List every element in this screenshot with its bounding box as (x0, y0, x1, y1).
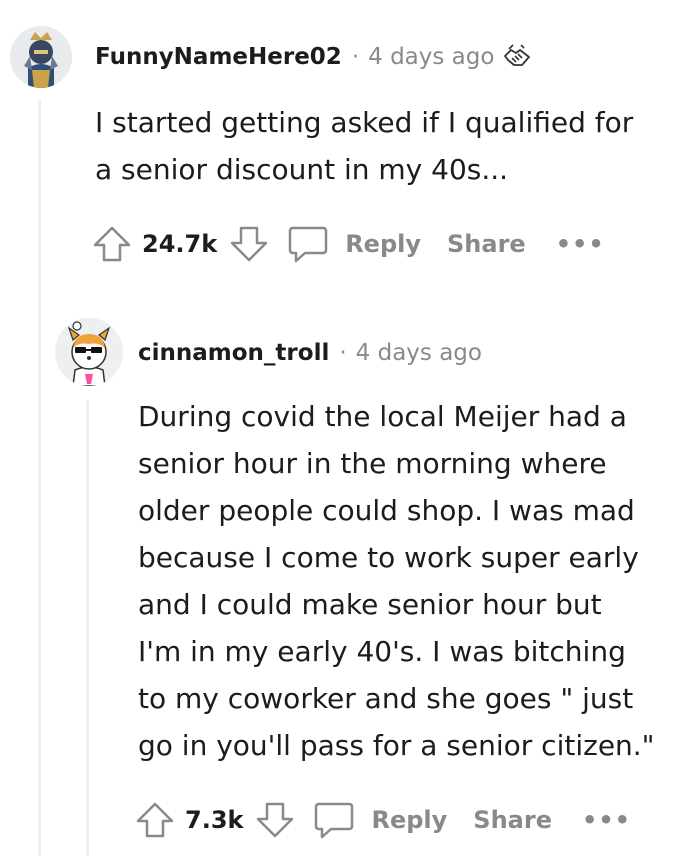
comment-actions: 24.7k Reply Share ••• (92, 224, 605, 264)
downvote-icon[interactable] (229, 225, 269, 263)
comment-text-line: senior hour in the morning where (138, 447, 607, 480)
reply-icon[interactable] (313, 800, 355, 840)
separator-dot: · (339, 340, 347, 366)
downvote-icon[interactable] (255, 801, 295, 839)
avatar[interactable] (10, 26, 72, 88)
thread-line-2[interactable] (86, 400, 89, 856)
comment-text-line: I started getting asked if I qualified f… (95, 106, 634, 139)
comment-text-line: to my coworker and she goes " just (138, 682, 634, 715)
share-button[interactable]: Share (447, 230, 526, 258)
comment-text-line: and I could make senior hour but (138, 588, 602, 621)
comment-body: I started getting asked if I qualified f… (95, 99, 685, 193)
vote-count: 24.7k (142, 230, 218, 258)
comment-text-line: go in you'll pass for a senior citizen." (138, 729, 655, 762)
author-name[interactable]: FunnyNameHere02 (95, 44, 342, 70)
share-button[interactable]: Share (473, 806, 552, 834)
thread-line-1[interactable] (38, 100, 41, 856)
comment-text-line: older people could shop. I was mad (138, 494, 635, 527)
vote-count: 7.3k (185, 806, 244, 834)
more-options-button[interactable]: ••• (556, 230, 605, 258)
upvote-icon[interactable] (135, 801, 175, 839)
author-name[interactable]: cinnamon_troll (138, 340, 329, 366)
handshake-award-icon[interactable] (502, 44, 532, 70)
shiba-sunglasses-avatar-icon (55, 318, 123, 386)
comment-meta: FunnyNameHere02 · 4 days ago (95, 44, 532, 70)
avatar[interactable] (55, 318, 123, 386)
knight-avatar-icon (10, 26, 72, 88)
comment-meta: cinnamon_troll · 4 days ago (138, 340, 482, 366)
upvote-icon[interactable] (92, 225, 132, 263)
more-options-button[interactable]: ••• (582, 806, 631, 834)
comment-text-line: because I come to work super early (138, 541, 639, 574)
comment-text-line: During covid the local Meijer had a (138, 400, 627, 433)
reply-icon[interactable] (287, 224, 329, 264)
reply-button[interactable]: Reply (371, 806, 447, 834)
comment-actions: 7.3k Reply Share ••• (135, 800, 631, 840)
timestamp[interactable]: 4 days ago (368, 44, 494, 70)
timestamp[interactable]: 4 days ago (356, 340, 482, 366)
comment-body: During covid the local Meijer had a seni… (138, 393, 698, 769)
reply-button[interactable]: Reply (345, 230, 421, 258)
separator-dot: · (351, 44, 360, 70)
comment-text-line: I'm in my early 40's. I was bitching (138, 635, 626, 668)
comment-text-line: a senior discount in my 40s... (95, 153, 509, 186)
